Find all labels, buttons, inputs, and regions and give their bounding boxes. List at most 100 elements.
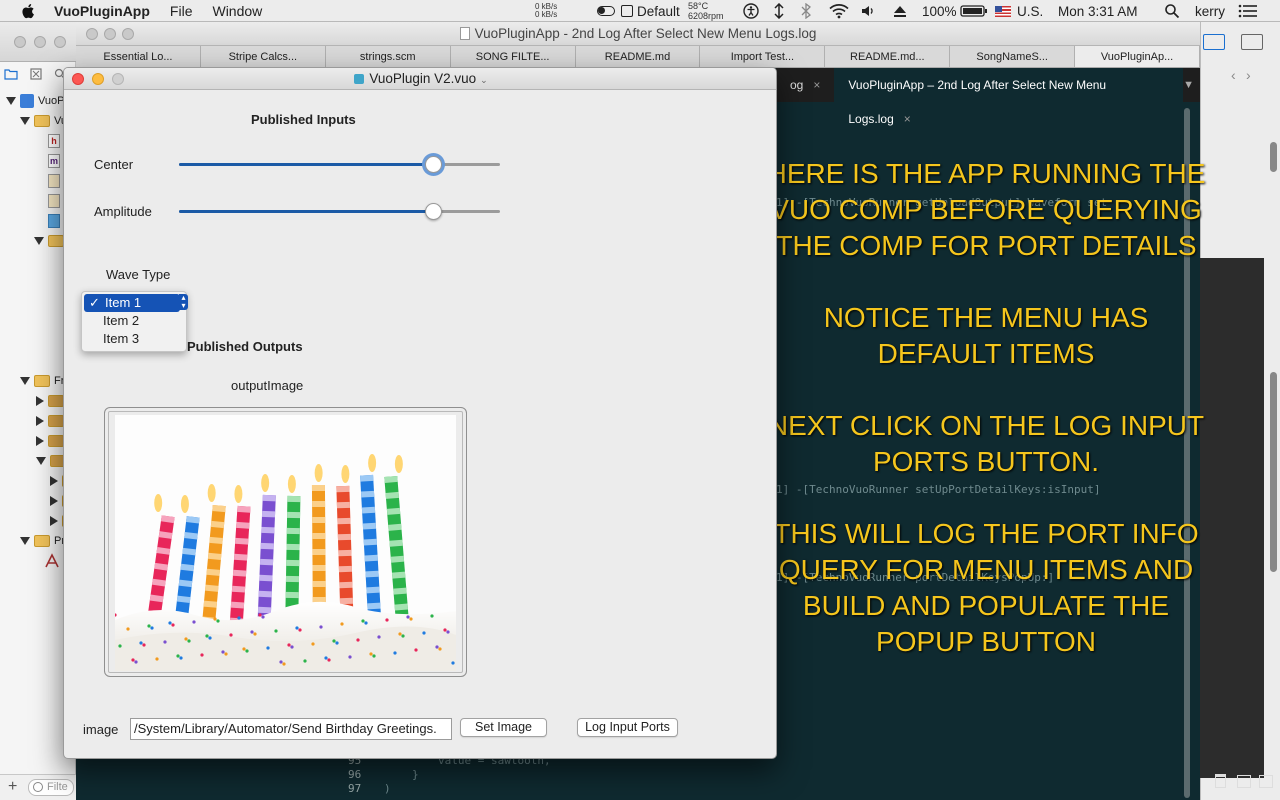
log-tab[interactable]: Essential Lo... bbox=[76, 46, 201, 67]
log-tab[interactable]: Import Test... bbox=[700, 46, 826, 67]
scrollbar[interactable] bbox=[1270, 142, 1277, 172]
panel-left-icon[interactable] bbox=[1237, 775, 1251, 788]
input-source[interactable]: U.S. bbox=[995, 0, 1043, 22]
editor-tab-label: og bbox=[790, 78, 804, 92]
log-tab[interactable]: SongNameS... bbox=[950, 46, 1076, 67]
group-row[interactable]: Vu bbox=[20, 112, 67, 130]
popup-item-2[interactable]: Item 2 bbox=[82, 312, 180, 330]
products-row[interactable]: Pr bbox=[20, 532, 65, 550]
tab-overflow-icon[interactable]: ▼ bbox=[1183, 79, 1194, 91]
eject-icon[interactable] bbox=[893, 0, 907, 22]
cloud-sync-icon[interactable] bbox=[772, 0, 786, 22]
panel-toggle-icon[interactable] bbox=[1241, 34, 1263, 50]
editor-tab-active[interactable]: VuoPluginApp – 2nd Log After Select New … bbox=[834, 68, 1184, 126]
log-tab-active[interactable]: VuoPluginAp... bbox=[1075, 46, 1201, 67]
bluetooth-icon[interactable] bbox=[800, 0, 812, 22]
popup-item-1[interactable]: ✓ Item 1 bbox=[84, 294, 180, 312]
title-chevron-icon[interactable]: ⌄ bbox=[480, 75, 488, 85]
symbol-nav-icon[interactable] bbox=[30, 68, 42, 80]
ide-minimize-button[interactable] bbox=[34, 36, 46, 48]
apple-icon[interactable] bbox=[20, 3, 38, 19]
back-chevron-icon[interactable]: ‹ bbox=[1231, 67, 1236, 83]
notification-center-icon[interactable] bbox=[1238, 0, 1258, 22]
file-row-h[interactable]: h bbox=[48, 132, 60, 150]
framework-row[interactable] bbox=[36, 412, 64, 430]
close-button[interactable] bbox=[72, 73, 84, 85]
sprinkle bbox=[261, 615, 265, 619]
file-menu[interactable]: File bbox=[170, 3, 193, 19]
window-menu[interactable]: Window bbox=[212, 3, 262, 19]
amplitude-slider[interactable] bbox=[179, 201, 500, 221]
amplitude-label: Amplitude bbox=[94, 204, 152, 219]
subgroup-row[interactable] bbox=[34, 232, 64, 250]
candle-stripe bbox=[233, 553, 248, 561]
scrollbar[interactable] bbox=[1270, 372, 1277, 572]
framework-row[interactable] bbox=[36, 432, 64, 450]
accessibility-icon[interactable] bbox=[743, 0, 759, 22]
zoom-button[interactable] bbox=[112, 73, 124, 85]
log-tab[interactable]: README.md bbox=[576, 46, 701, 67]
editor-tab[interactable]: og × bbox=[776, 68, 834, 102]
log-tab[interactable]: README.md... bbox=[825, 46, 951, 67]
temp-value: 58°C bbox=[688, 1, 709, 11]
framework-row[interactable] bbox=[36, 392, 64, 410]
flame bbox=[287, 475, 296, 493]
sprinkle bbox=[150, 626, 154, 630]
candle-stripe bbox=[364, 554, 378, 562]
volume-icon[interactable] bbox=[860, 0, 876, 22]
file-row-doc[interactable] bbox=[48, 172, 60, 190]
file-row-m[interactable]: m bbox=[48, 152, 60, 170]
user-menu[interactable]: kerry bbox=[1195, 0, 1225, 22]
log-minimize-button[interactable] bbox=[104, 28, 116, 40]
toggle-icon bbox=[597, 6, 615, 16]
set-image-button[interactable]: Set Image bbox=[460, 718, 547, 737]
slider-knob[interactable] bbox=[425, 156, 442, 173]
log-close-button[interactable] bbox=[86, 28, 98, 40]
disclosure-open-icon bbox=[20, 537, 30, 545]
app-menu[interactable]: VuoPluginApp bbox=[54, 3, 150, 19]
app-product-row[interactable] bbox=[44, 552, 60, 570]
log-tab[interactable]: SONG FILTE... bbox=[451, 46, 576, 67]
clock[interactable]: Mon 3:31 AM bbox=[1058, 0, 1138, 22]
log-tab[interactable]: strings.scm bbox=[326, 46, 451, 67]
disclosure-closed-icon bbox=[36, 416, 44, 426]
wifi-icon[interactable] bbox=[829, 0, 849, 22]
layout-toggle-icon[interactable] bbox=[1203, 34, 1225, 50]
folder-icon bbox=[34, 115, 50, 127]
output-image-well[interactable] bbox=[104, 407, 467, 677]
popup-item-3[interactable]: Item 3 bbox=[82, 330, 180, 348]
checkbox-icon bbox=[621, 5, 633, 17]
log-input-ports-button[interactable]: Log Input Ports bbox=[577, 718, 678, 737]
project-root-row[interactable]: VuoP bbox=[6, 92, 65, 110]
candle-stripe bbox=[388, 523, 402, 531]
file-row-doc2[interactable] bbox=[48, 192, 60, 210]
log-zoom-button[interactable] bbox=[122, 28, 134, 40]
file-row-xib[interactable] bbox=[48, 212, 60, 230]
display-profile[interactable]: Default bbox=[597, 0, 680, 22]
add-icon[interactable]: + bbox=[8, 778, 17, 796]
image-path-field[interactable]: /System/Library/Automator/Send Birthday … bbox=[130, 718, 452, 740]
slider-knob[interactable] bbox=[425, 203, 442, 220]
folder-nav-icon[interactable] bbox=[4, 68, 18, 80]
sprinkle bbox=[319, 625, 323, 629]
battery-percent: 100% bbox=[922, 3, 957, 19]
spotlight-icon[interactable] bbox=[1164, 0, 1180, 22]
panel-right-icon[interactable] bbox=[1259, 775, 1273, 788]
minimize-button[interactable] bbox=[92, 73, 104, 85]
log-tab[interactable]: Stripe Calcs... bbox=[201, 46, 326, 67]
battery-status[interactable]: 100% bbox=[922, 0, 988, 22]
network-monitor[interactable]: 0 kB/s 0 kB/s bbox=[535, 0, 557, 22]
wave-type-popup-menu[interactable]: ✓ Item 1 Item 2 Item 3 bbox=[81, 291, 187, 352]
disclosure-closed-icon bbox=[50, 476, 58, 486]
ide-close-button[interactable] bbox=[14, 36, 26, 48]
frameworks-row[interactable]: Fr bbox=[20, 372, 64, 390]
temperature-monitor[interactable]: 58°C 6208rpm bbox=[688, 0, 724, 22]
close-tab-icon[interactable]: × bbox=[813, 78, 820, 92]
center-slider[interactable] bbox=[179, 154, 500, 174]
trash-icon[interactable] bbox=[1215, 774, 1226, 788]
framework-row[interactable] bbox=[36, 452, 66, 470]
popup-arrows-icon[interactable]: ▴ ▾ bbox=[179, 294, 188, 310]
forward-chevron-icon[interactable]: › bbox=[1246, 67, 1251, 83]
sprinkle bbox=[179, 656, 183, 660]
close-tab-icon[interactable]: × bbox=[904, 112, 911, 126]
